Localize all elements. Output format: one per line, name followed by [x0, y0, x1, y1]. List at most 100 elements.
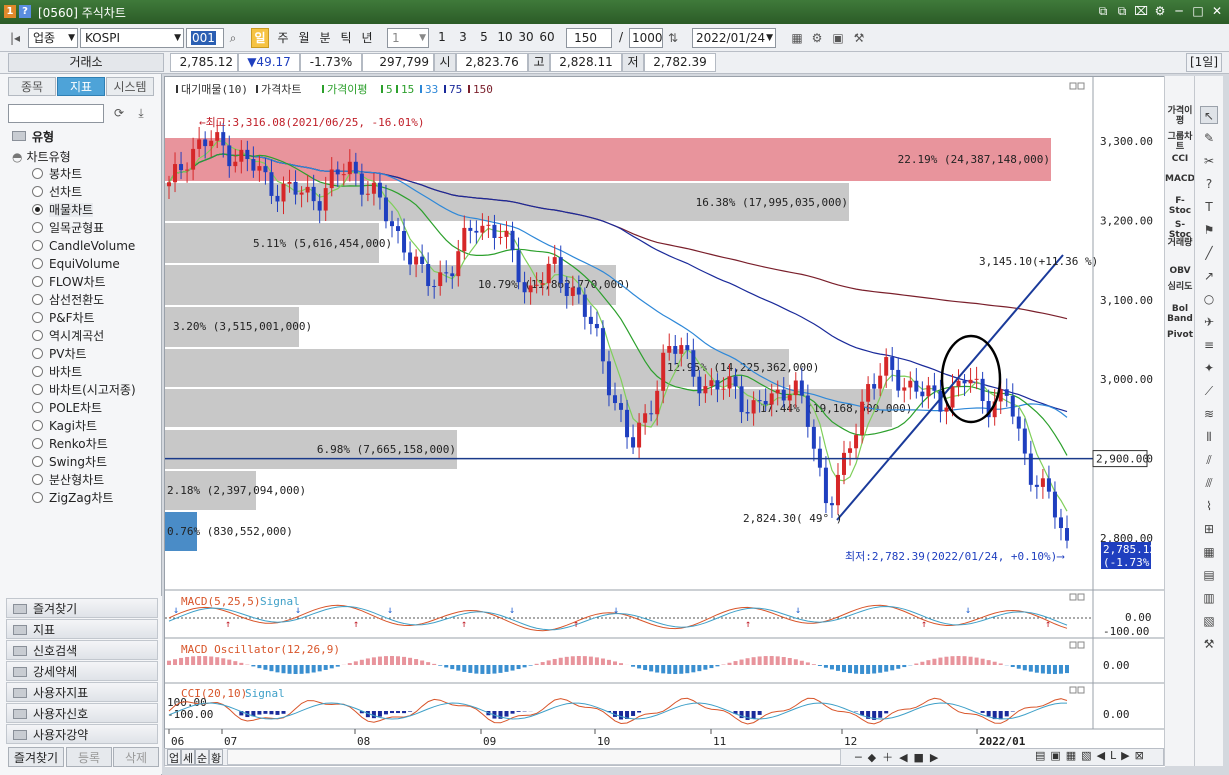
tree-root[interactable]: ◓ 차트유형: [12, 148, 71, 165]
period-day-button[interactable]: 일: [251, 28, 269, 48]
chart-type-item[interactable]: CandleVolume: [32, 238, 135, 254]
section-favorites[interactable]: 즐겨찾기: [6, 598, 158, 618]
grid-icon[interactable]: ⫻: [1200, 474, 1218, 492]
copy-icon[interactable]: ⧉: [1115, 4, 1129, 18]
bars-icon[interactable]: ▥: [1200, 589, 1218, 607]
help-badge[interactable]: ?: [19, 5, 31, 18]
radio-icon[interactable]: [32, 186, 43, 197]
radio-icon[interactable]: [32, 492, 43, 503]
market-select[interactable]: 업종 ▼: [28, 28, 78, 48]
period-week-button[interactable]: 주: [274, 28, 292, 48]
arrow-icon[interactable]: ↗: [1200, 267, 1218, 285]
radio-icon[interactable]: [32, 258, 43, 269]
radio-icon[interactable]: [32, 222, 43, 233]
indicator-tool-button[interactable]: MACD: [1165, 174, 1195, 184]
radio-icon[interactable]: [32, 402, 43, 413]
indicator-tool-button[interactable]: F-Stoc: [1165, 196, 1195, 216]
radio-icon[interactable]: [32, 168, 43, 179]
chart-area[interactable]: 22.19% (24,387,148,000) 16.38% (17,995,03…: [164, 76, 1165, 767]
radio-icon[interactable]: [32, 438, 43, 449]
plane-icon[interactable]: ✈: [1200, 313, 1218, 331]
help-icon[interactable]: ?: [1200, 175, 1218, 193]
bottom-tab-2[interactable]: 세: [181, 749, 195, 765]
chart-type-item[interactable]: Swing차트: [32, 454, 107, 470]
code-input[interactable]: 001: [186, 28, 224, 48]
chart-type-item[interactable]: FLOW차트: [32, 274, 106, 290]
lines-icon[interactable]: ≡: [1200, 336, 1218, 354]
bottom-tab-4[interactable]: 황: [209, 749, 223, 765]
indicator-search-input[interactable]: [8, 104, 104, 123]
chart-type-item[interactable]: Renko차트: [32, 436, 108, 452]
bottom-tab-3[interactable]: 순: [195, 749, 209, 765]
radio-icon[interactable]: [32, 312, 43, 323]
save-icon[interactable]: ▣: [829, 29, 847, 47]
chart-type-item[interactable]: 매물차트: [32, 202, 94, 218]
indicator-tool-button[interactable]: S-Stoc: [1165, 220, 1195, 240]
register-button[interactable]: 등록: [66, 747, 112, 767]
channel-icon[interactable]: ⫽: [1200, 451, 1218, 469]
minute-10-button[interactable]: 10: [495, 28, 515, 48]
indicator-tool-button[interactable]: 그룹차트: [1165, 132, 1195, 152]
chart-type-item[interactable]: Kagi차트: [32, 418, 97, 434]
bottom-tab-1[interactable]: 업: [167, 749, 181, 765]
trendline-icon[interactable]: ⟋: [1200, 382, 1218, 400]
tab-stock[interactable]: 종목: [8, 77, 56, 96]
radio-icon[interactable]: [32, 204, 43, 215]
price-chart[interactable]: 22.19% (24,387,148,000) 16.38% (17,995,03…: [165, 77, 1165, 767]
box-icon[interactable]: ⊞: [1200, 520, 1218, 538]
chart-type-item[interactable]: 분산형차트: [32, 472, 104, 488]
tab-system[interactable]: 시스템: [106, 77, 154, 96]
date-select[interactable]: 2022/01/24 ▼: [692, 28, 776, 48]
total-input[interactable]: 1000: [629, 28, 663, 48]
chart-type-item[interactable]: 역시계곡선: [32, 328, 104, 344]
minute-30-button[interactable]: 30: [516, 28, 536, 48]
minute-3-button[interactable]: 3: [456, 28, 470, 48]
pen-icon[interactable]: ✎: [1200, 129, 1218, 147]
index-select[interactable]: KOSPI ▼: [80, 28, 184, 48]
chart-type-item[interactable]: 선차트: [32, 184, 82, 200]
radio-icon[interactable]: [32, 294, 43, 305]
refresh-icon[interactable]: ⟳: [110, 104, 128, 122]
tools-icon[interactable]: ⚒: [850, 29, 868, 47]
close-icon[interactable]: ✕: [1210, 4, 1224, 18]
minimize-icon[interactable]: ─: [1172, 4, 1186, 18]
count-input[interactable]: 150: [566, 28, 612, 48]
section-strength[interactable]: 강세약세: [6, 661, 158, 681]
capture-icon[interactable]: ⌧: [1134, 4, 1148, 18]
section-signal-search[interactable]: 신호검색: [6, 640, 158, 660]
cut-icon[interactable]: ✂: [1200, 152, 1218, 170]
cycle-icon[interactable]: ⌇: [1200, 497, 1218, 515]
indicator-tool-button[interactable]: CCI: [1165, 154, 1195, 164]
period-year-button[interactable]: 년: [358, 28, 376, 48]
minute-1-button[interactable]: 1: [435, 28, 449, 48]
radio-icon[interactable]: [32, 240, 43, 251]
favorites-bottom-tab[interactable]: 즐겨찾기: [8, 747, 64, 767]
radio-icon[interactable]: [32, 366, 43, 377]
radio-icon[interactable]: [32, 420, 43, 431]
line-icon[interactable]: ╱: [1200, 244, 1218, 262]
link-icon[interactable]: ⧉: [1096, 4, 1110, 18]
maximize-icon[interactable]: □: [1191, 4, 1205, 18]
section-user-signal[interactable]: 사용자신호: [6, 703, 158, 723]
section-indicator[interactable]: 지표: [6, 619, 158, 639]
sidebar-toggle-icon[interactable]: |◂: [6, 29, 24, 47]
radio-icon[interactable]: [32, 384, 43, 395]
chart-type-item[interactable]: POLE차트: [32, 400, 102, 416]
minute-5-button[interactable]: 5: [477, 28, 491, 48]
section-user-strength[interactable]: 사용자강약: [6, 724, 158, 744]
indicator-tool-button[interactable]: Pivot: [1165, 330, 1195, 340]
settings-icon[interactable]: ⚙: [1153, 4, 1167, 18]
section-user-indicator[interactable]: 사용자지표: [6, 682, 158, 702]
chart-type-item[interactable]: PV차트: [32, 346, 87, 362]
period-tick-button[interactable]: 틱: [337, 28, 355, 48]
radio-icon[interactable]: [32, 330, 43, 341]
chart-type-item[interactable]: 일목균형표: [32, 220, 104, 236]
circle-icon[interactable]: ○: [1200, 290, 1218, 308]
pointer-icon[interactable]: ↖: [1200, 106, 1218, 124]
radio-icon[interactable]: [32, 456, 43, 467]
period-minute-button[interactable]: 분: [316, 28, 334, 48]
radio-icon[interactable]: [32, 348, 43, 359]
indicator-tool-button[interactable]: 거래량: [1165, 238, 1195, 248]
chart-icon[interactable]: ▦: [788, 29, 806, 47]
chart-type-item[interactable]: 바차트(시고저종): [32, 382, 136, 398]
